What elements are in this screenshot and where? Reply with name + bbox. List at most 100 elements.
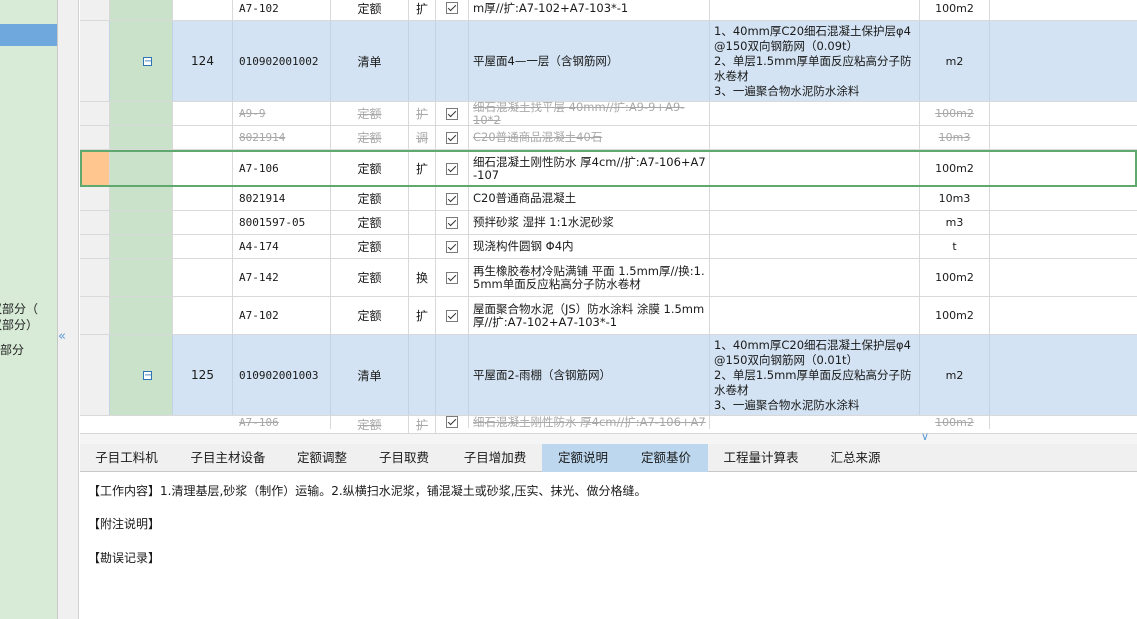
- name-cell[interactable]: C20普通商品混凝土: [469, 187, 710, 210]
- panel-splitter[interactable]: [57, 0, 79, 619]
- unit-cell: 100m2: [920, 297, 990, 334]
- code-cell[interactable]: A7-102: [233, 0, 331, 20]
- table-row[interactable]: A7-142 定额 换 再生橡胶卷材冷贴满铺 平面 1.5mm厚//换:1.5m…: [80, 259, 1137, 297]
- tab-quota-adjust[interactable]: 定额调整: [286, 444, 358, 472]
- code-cell[interactable]: A7-106: [233, 416, 331, 429]
- table-row[interactable]: A4-174 定额 现浇构件圆钢 Φ4内 t: [80, 235, 1137, 259]
- unit-cell: m2: [920, 335, 990, 415]
- code-cell[interactable]: 010902001003: [233, 335, 331, 415]
- unit-cell: 100m2: [920, 259, 990, 296]
- code-cell[interactable]: A7-106: [233, 152, 331, 185]
- include-checkbox[interactable]: [446, 192, 458, 205]
- table-row[interactable]: 8021914 定额 调 C20普通商品混凝土40石 10m3: [80, 126, 1137, 150]
- unit-cell: 100m2: [920, 0, 990, 20]
- include-checkbox[interactable]: [446, 216, 458, 229]
- tab-main-material-equipment[interactable]: 子目主材设备: [180, 444, 276, 472]
- unit-cell: t: [920, 235, 990, 258]
- left-tree-panel: 议部分（ 议部分） 部分: [0, 0, 57, 619]
- flag-cell: [409, 235, 436, 258]
- row-indicator: [80, 21, 110, 101]
- flag-cell: 扩: [409, 102, 436, 125]
- code-cell[interactable]: 010902001002: [233, 21, 331, 101]
- current-row[interactable]: A7-106 定额 扩 细石混凝土刚性防水 厚4cm//扩:A7-106+A7-…: [80, 150, 1137, 187]
- unit-cell: 100m2: [920, 416, 990, 429]
- include-checkbox[interactable]: [446, 271, 458, 284]
- list-row[interactable]: − 125 010902001003 清单 平屋面2-雨棚（含钢筋网） 1、40…: [80, 335, 1137, 416]
- type-cell: 定额: [331, 416, 409, 433]
- tab-quantity-calc[interactable]: 工程量计算表: [716, 444, 806, 472]
- tab-extra-fee[interactable]: 子目增加费: [453, 444, 537, 472]
- code-cell[interactable]: 8021914: [233, 126, 331, 149]
- table-row[interactable]: 8001597-05 定额 预拌砂浆 湿拌 1:1水泥砂浆 m3: [80, 211, 1137, 235]
- flag-cell: [409, 187, 436, 210]
- flag-cell: 换: [409, 259, 436, 296]
- current-row-indicator: [82, 152, 110, 185]
- tree-item[interactable]: 议部分）: [0, 316, 38, 333]
- collapse-row-icon[interactable]: −: [143, 56, 152, 66]
- type-cell: 定额: [331, 297, 409, 334]
- code-cell[interactable]: A7-142: [233, 259, 331, 296]
- name-cell[interactable]: 平屋面4—一层（含钢筋网）: [469, 21, 710, 101]
- table-row[interactable]: A9-9 定额 扩 细石混凝土找平层 40mm//扩:A9-9+A9-10*2 …: [80, 102, 1137, 126]
- collapse-row-icon[interactable]: −: [143, 370, 152, 380]
- name-cell[interactable]: 细石混凝土刚性防水 厚4cm//扩:A7-106+A7: [469, 416, 710, 429]
- expand-down-icon[interactable]: ∨: [921, 430, 929, 443]
- name-cell[interactable]: 平屋面2-雨棚（含钢筋网）: [469, 335, 710, 415]
- include-checkbox[interactable]: [446, 162, 458, 175]
- feature-cell[interactable]: 1、40mm厚C20细石混凝土保护层φ4@150双向钢筋网（0.01t） 2、单…: [710, 335, 920, 415]
- feature-cell[interactable]: 1、40mm厚C20细石混凝土保护层φ4@150双向钢筋网（0.09t） 2、单…: [710, 21, 920, 101]
- table-row[interactable]: A7-102 定额 扩 m厚//扩:A7-102+A7-103*-1 100m2: [80, 0, 1137, 21]
- name-cell[interactable]: 预拌砂浆 湿拌 1:1水泥砂浆: [469, 211, 710, 234]
- unit-cell: 10m3: [920, 187, 990, 210]
- code-cell[interactable]: 8021914: [233, 187, 331, 210]
- include-checkbox[interactable]: [446, 2, 458, 14]
- include-checkbox[interactable]: [446, 240, 458, 253]
- table-row[interactable]: 8021914 定额 C20普通商品混凝土 10m3: [80, 187, 1137, 211]
- type-cell: 定额: [331, 152, 409, 185]
- include-checkbox[interactable]: [446, 131, 458, 144]
- tab-summary-source[interactable]: 汇总来源: [818, 444, 893, 472]
- include-checkbox[interactable]: [446, 309, 458, 322]
- unit-cell: 100m2: [920, 102, 990, 125]
- name-cell[interactable]: 屋面聚合物水泥（JS）防水涂料 涂膜 1.5mm厚//扩:A7-102+A7-1…: [469, 297, 710, 334]
- code-cell[interactable]: A4-174: [233, 235, 331, 258]
- include-checkbox[interactable]: [446, 416, 458, 428]
- tree-selected-item[interactable]: [0, 24, 57, 46]
- code-cell[interactable]: 8001597-05: [233, 211, 331, 234]
- type-cell: 定额: [331, 235, 409, 258]
- tab-quota-description[interactable]: 定额说明: [542, 444, 624, 472]
- name-cell[interactable]: 再生橡胶卷材冷贴满铺 平面 1.5mm厚//换:1.5mm单面反应粘高分子防水卷…: [469, 259, 710, 296]
- type-cell: 定额: [331, 0, 409, 20]
- list-row[interactable]: − 124 010902001002 清单 平屋面4—一层（含钢筋网） 1、40…: [80, 21, 1137, 102]
- collapse-panel-icon[interactable]: «: [58, 330, 66, 343]
- code-cell[interactable]: A9-9: [233, 102, 331, 125]
- work-content-text: 【工作内容】1.清理基层,砂浆（制作）运输。2.纵横扫水泥浆，铺混凝土或砂浆,压…: [88, 484, 647, 498]
- include-checkbox[interactable]: [446, 107, 458, 120]
- name-cell[interactable]: 细石混凝土找平层 40mm//扩:A9-9+A9-10*2: [469, 102, 710, 125]
- tree-item[interactable]: 部分: [0, 341, 24, 358]
- name-cell[interactable]: m厚//扩:A7-102+A7-103*-1: [469, 0, 710, 20]
- quota-description-panel: 【工作内容】1.清理基层,砂浆（制作）运输。2.纵横扫水泥浆，铺混凝土或砂浆,压…: [80, 472, 1137, 619]
- name-cell[interactable]: 现浇构件圆钢 Φ4内: [469, 235, 710, 258]
- seq-cell: 125: [173, 335, 233, 415]
- type-cell: 定额: [331, 187, 409, 210]
- tab-labor-material[interactable]: 子目工料机: [85, 444, 168, 472]
- errata-heading: 【勘误记录】: [88, 551, 161, 565]
- notes-heading: 【附注说明】: [88, 517, 161, 531]
- flag-cell: 扩: [409, 0, 436, 20]
- horizontal-scrollbar[interactable]: [80, 433, 1137, 444]
- row-indicator: [80, 0, 110, 20]
- flag-cell: 扩: [409, 297, 436, 334]
- name-cell[interactable]: 细石混凝土刚性防水 厚4cm//扩:A7-106+A7-107: [469, 152, 710, 185]
- unit-cell: m2: [920, 21, 990, 101]
- tab-fee[interactable]: 子目取费: [368, 444, 440, 472]
- code-cell[interactable]: A7-102: [233, 297, 331, 334]
- table-row[interactable]: A7-102 定额 扩 屋面聚合物水泥（JS）防水涂料 涂膜 1.5mm厚//扩…: [80, 297, 1137, 335]
- tree-item[interactable]: 议部分（: [0, 300, 38, 317]
- unit-cell: m3: [920, 211, 990, 234]
- name-cell[interactable]: C20普通商品混凝土40石: [469, 126, 710, 149]
- bill-grid: A7-102 定额 扩 m厚//扩:A7-102+A7-103*-1 100m2…: [80, 0, 1137, 433]
- tab-quota-base-price[interactable]: 定额基价: [624, 444, 708, 472]
- table-row[interactable]: A7-106 定额 扩 细石混凝土刚性防水 厚4cm//扩:A7-106+A7 …: [80, 416, 1137, 433]
- detail-tabbar: 子目工料机 子目主材设备 定额调整 子目取费 子目增加费 定额说明 定额基价 工…: [80, 444, 1137, 472]
